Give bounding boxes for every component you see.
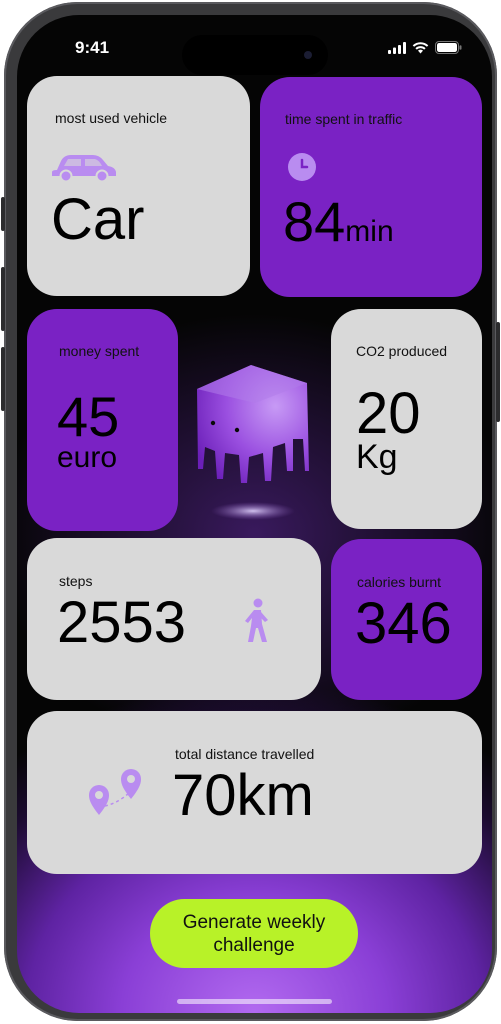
status-icons [388,41,462,54]
calories-burnt-card[interactable]: calories burnt 346 [331,539,482,700]
home-indicator[interactable] [177,999,332,1004]
walking-person-icon [245,598,268,642]
money-unit: euro [57,441,118,474]
route-pins-icon [89,769,141,815]
vehicle-value: Car [51,187,145,252]
traffic-number: 84 [283,190,346,253]
vehicle-label: most used vehicle [55,110,168,126]
phone-frame: 9:41 most used vehicle Car time spent in… [1,2,500,1021]
traffic-value: 84min [283,194,394,250]
dynamic-island [182,35,328,75]
money-value: 45 [57,385,120,448]
power-button [496,322,500,422]
status-time: 9:41 [75,38,110,57]
traffic-time-card[interactable]: time spent in traffic 84min [260,77,482,297]
generate-weekly-challenge-button[interactable]: Generate weekly challenge [150,899,358,968]
calories-label: calories burnt [357,574,442,590]
most-used-vehicle-card[interactable]: most used vehicle Car [27,76,250,296]
distance-value: 70km [172,763,314,828]
battery-icon [435,41,462,54]
steps-label: steps [59,573,93,589]
calories-value: 346 [355,591,452,656]
volume-down-button [1,347,5,411]
money-spent-card[interactable]: money spent 45 euro [27,309,178,531]
distance-label: total distance travelled [175,746,315,762]
distance-travelled-card[interactable]: total distance travelled 70km [27,711,482,874]
screen: 9:41 most used vehicle Car time spent in… [17,15,492,1013]
car-icon [52,155,116,182]
co2-value: 20 [356,381,421,446]
mute-switch [1,197,5,231]
co2-produced-card[interactable]: CO2 produced 20 Kg [331,309,482,529]
traffic-label: time spent in traffic [285,111,403,127]
co2-unit: Kg [356,438,398,476]
wifi-icon [412,41,429,53]
co2-label: CO2 produced [356,343,448,359]
clock-icon [288,153,316,181]
volume-up-button [1,267,5,331]
traffic-unit: min [345,215,394,248]
steps-card[interactable]: steps 2553 [27,538,321,700]
signal-icon [388,41,406,54]
steps-value: 2553 [57,590,187,655]
ghost-cube-mascot [197,365,309,520]
money-label: money spent [59,343,140,359]
